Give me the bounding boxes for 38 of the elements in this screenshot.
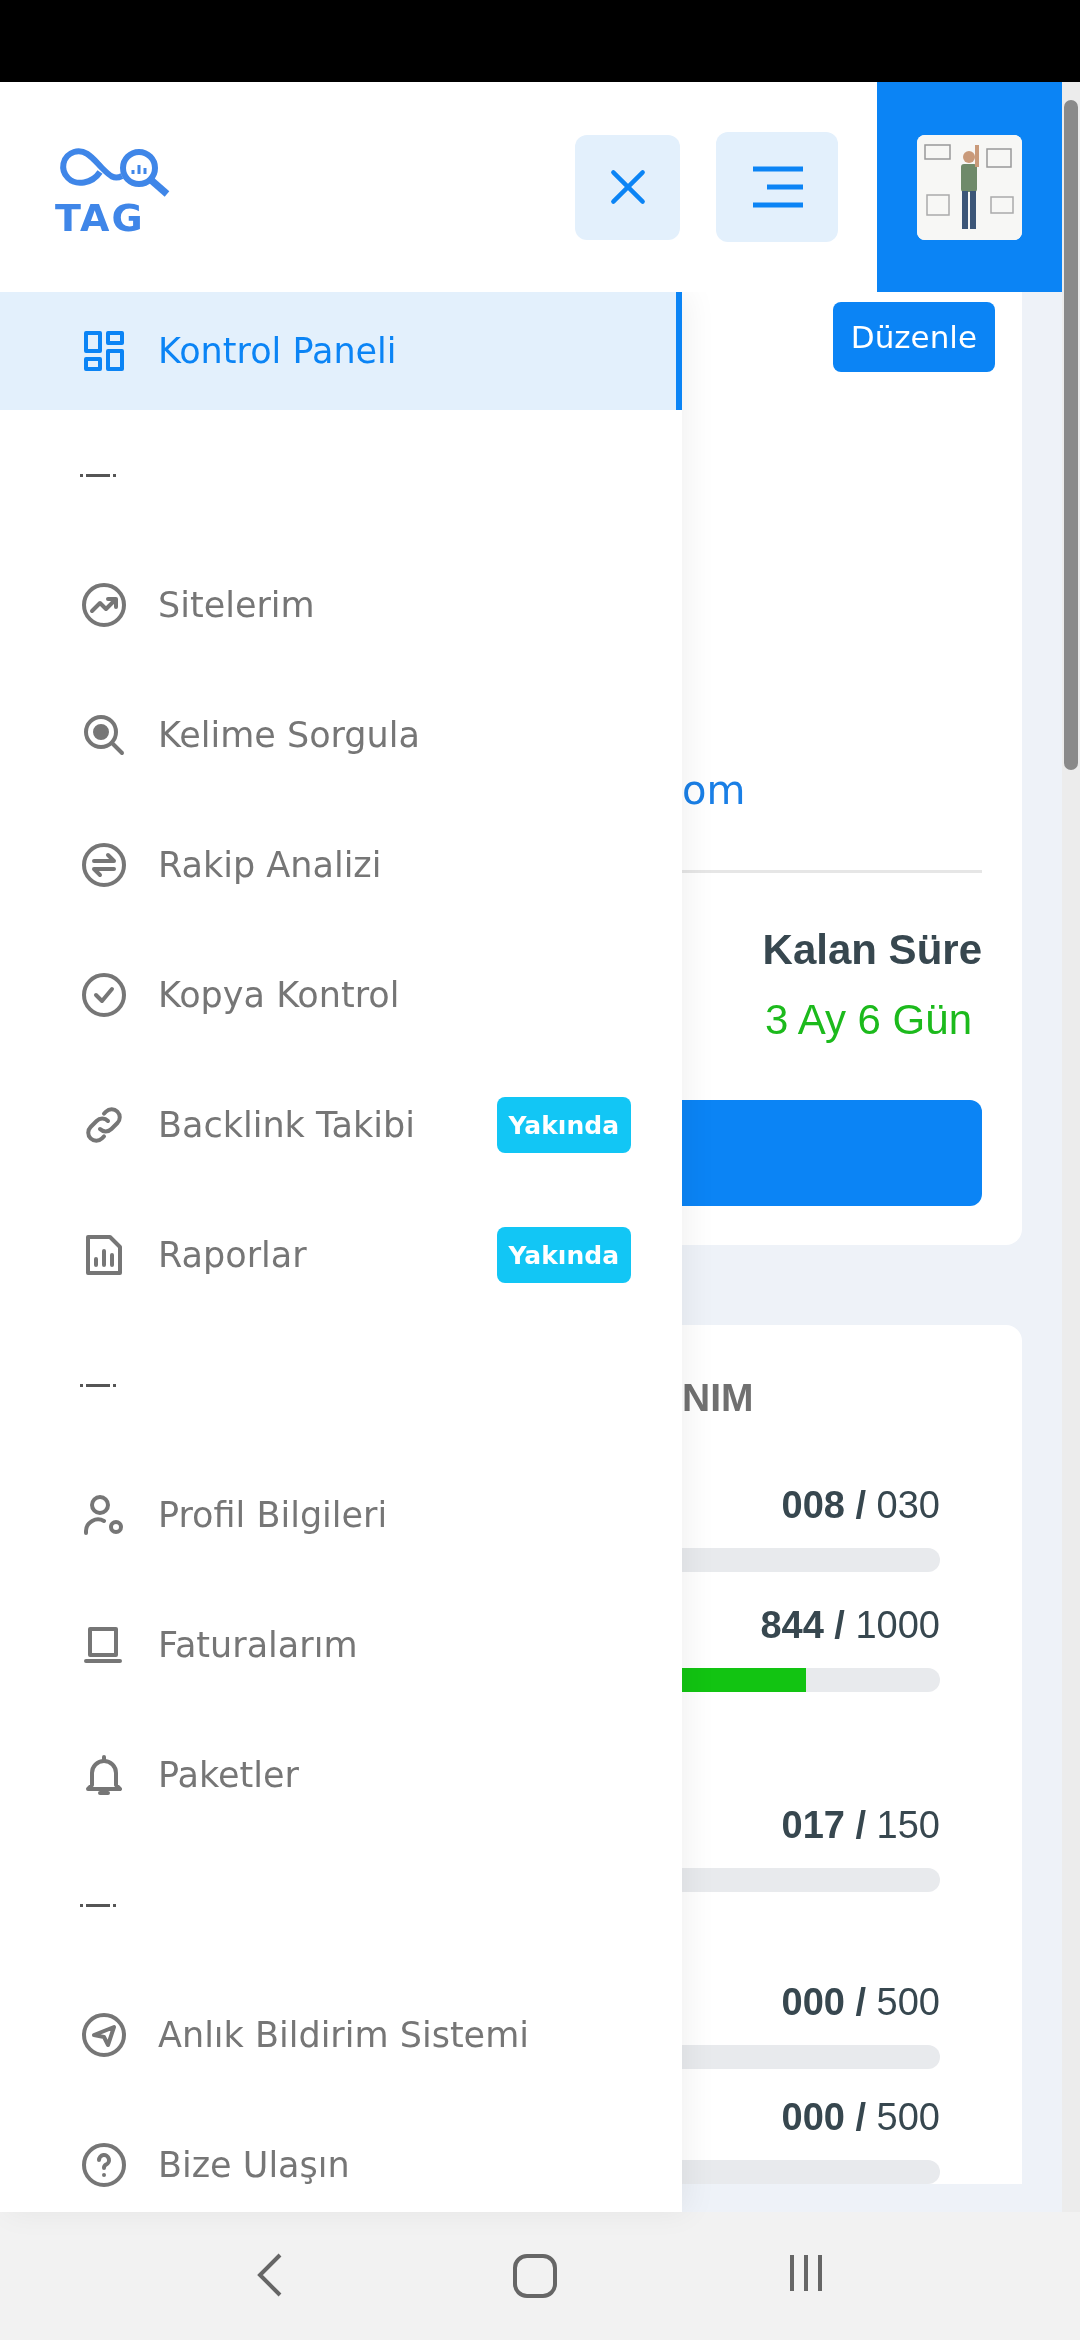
menu-item[interactable]: Kelime Sorgula — [0, 670, 682, 800]
usage-reading: 008 / 030 — [781, 1483, 940, 1528]
trend-circle-icon — [80, 581, 128, 629]
menu-item[interactable]: Bize Ulaşın — [0, 2100, 682, 2212]
menu-item[interactable]: Raporlar Yakında — [0, 1190, 682, 1320]
send-circle-icon — [80, 2011, 128, 2059]
remaining-label: Kalan Süre — [762, 925, 982, 975]
soon-badge: Yakında — [496, 1097, 631, 1153]
card-title: NIM — [682, 1375, 754, 1421]
help-circle-icon — [80, 2141, 128, 2189]
usage-reading: 017 / 150 — [781, 1803, 940, 1848]
check-circle-icon — [80, 971, 128, 1019]
logo-text: TAG — [55, 200, 145, 236]
menu-item[interactable]: Profil Bilgileri — [0, 1450, 682, 1580]
menu-item[interactable]: Kopya Kontrol — [0, 930, 682, 1060]
menu-item[interactable]: Rakip Analizi — [0, 800, 682, 930]
menu-item[interactable]: Backlink Takibi Yakında — [0, 1060, 682, 1190]
menu-item[interactable]: Sitelerim — [0, 540, 682, 670]
separator-icon — [80, 1901, 116, 1909]
usage-reading: 844 / 1000 — [760, 1603, 940, 1648]
swap-circle-icon — [80, 841, 128, 889]
menu-item[interactable]: Anlık Bildirim Sistemi — [0, 1970, 682, 2100]
soon-badge: Yakında — [496, 1227, 631, 1283]
separator-icon — [80, 1381, 116, 1389]
site-link[interactable]: om — [682, 765, 746, 815]
usage-reading: 000 / 500 — [781, 2095, 940, 2140]
menu-item[interactable]: Paketler — [0, 1710, 682, 1840]
edit-button[interactable]: Düzenle — [832, 302, 995, 372]
separator-icon — [80, 471, 116, 479]
home-icon[interactable] — [512, 2253, 558, 2299]
scrollbar-thumb[interactable] — [1064, 100, 1078, 770]
menu-item[interactable]: Faturalarım — [0, 1580, 682, 1710]
usage-reading: 000 / 500 — [781, 1980, 940, 2025]
menu-button[interactable] — [716, 132, 838, 242]
menu-item[interactable]: Kontrol Paneli — [0, 292, 682, 410]
scrollbar[interactable] — [1062, 82, 1080, 2212]
close-button[interactable] — [575, 134, 680, 240]
remaining-value: 3 Ay 6 Gün — [764, 995, 973, 1045]
